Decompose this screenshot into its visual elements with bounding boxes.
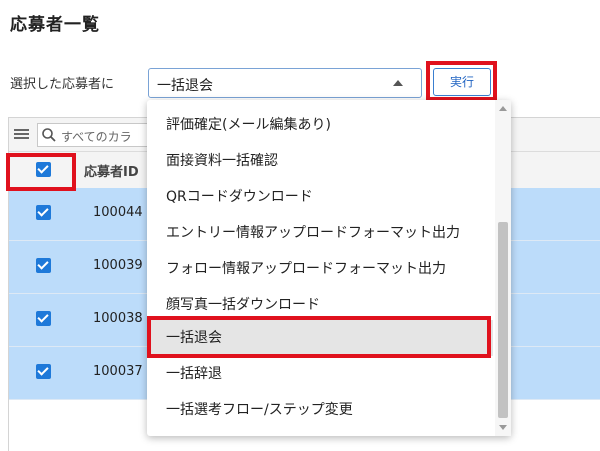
dropdown-option[interactable]: 面接資料一括確認 — [147, 143, 493, 179]
bulk-action-select[interactable]: 一括退会 — [148, 68, 422, 98]
applicant-id-cell: 100044 — [93, 205, 143, 220]
execute-button[interactable]: 実行 — [433, 68, 491, 96]
dropdown-option[interactable]: 一括選考フロー/ステップ変更 — [147, 392, 493, 428]
bulk-action-label: 選択した応募者に — [10, 77, 115, 92]
row-checkbox[interactable] — [36, 311, 51, 326]
bulk-action-select-value: 一括退会 — [157, 78, 213, 94]
applicant-id-cell: 100038 — [93, 311, 143, 326]
search-icon — [42, 128, 56, 142]
bulk-action-dropdown: 評価確定(メール編集あり) 面接資料一括確認 QRコードダウンロード エントリー… — [147, 100, 511, 436]
dropdown-option[interactable]: エントリー情報アップロードフォーマット出力 — [147, 215, 493, 251]
applicant-id-column-header[interactable]: 応募者ID — [84, 161, 139, 180]
scroll-up-arrow-icon[interactable] — [499, 106, 507, 111]
column-search-placeholder: すべてのカラ — [61, 130, 132, 144]
scroll-down-arrow-icon[interactable] — [499, 425, 507, 430]
hamburger-menu-icon[interactable] — [14, 129, 29, 139]
column-search-input[interactable]: すべてのカラ — [37, 123, 157, 147]
row-checkbox[interactable] — [36, 364, 51, 379]
applicant-id-cell: 100039 — [93, 258, 143, 273]
selected-option-highlight — [147, 316, 491, 358]
chevron-up-icon — [393, 80, 403, 86]
dropdown-option[interactable]: QRコードダウンロード — [147, 179, 493, 215]
row-checkbox[interactable] — [36, 258, 51, 273]
applicant-id-cell: 100037 — [93, 364, 143, 379]
scrollbar-thumb[interactable] — [498, 222, 508, 418]
dropdown-option[interactable]: 評価確定(メール編集あり) — [147, 107, 493, 143]
dropdown-scrollbar[interactable] — [495, 100, 511, 436]
dropdown-option[interactable]: 一括辞退 — [147, 356, 493, 392]
dropdown-option[interactable]: フォロー情報アップロードフォーマット出力 — [147, 251, 493, 287]
select-all-highlight — [6, 153, 76, 191]
row-checkbox[interactable] — [36, 205, 51, 220]
page-title: 応募者一覧 — [10, 15, 100, 35]
